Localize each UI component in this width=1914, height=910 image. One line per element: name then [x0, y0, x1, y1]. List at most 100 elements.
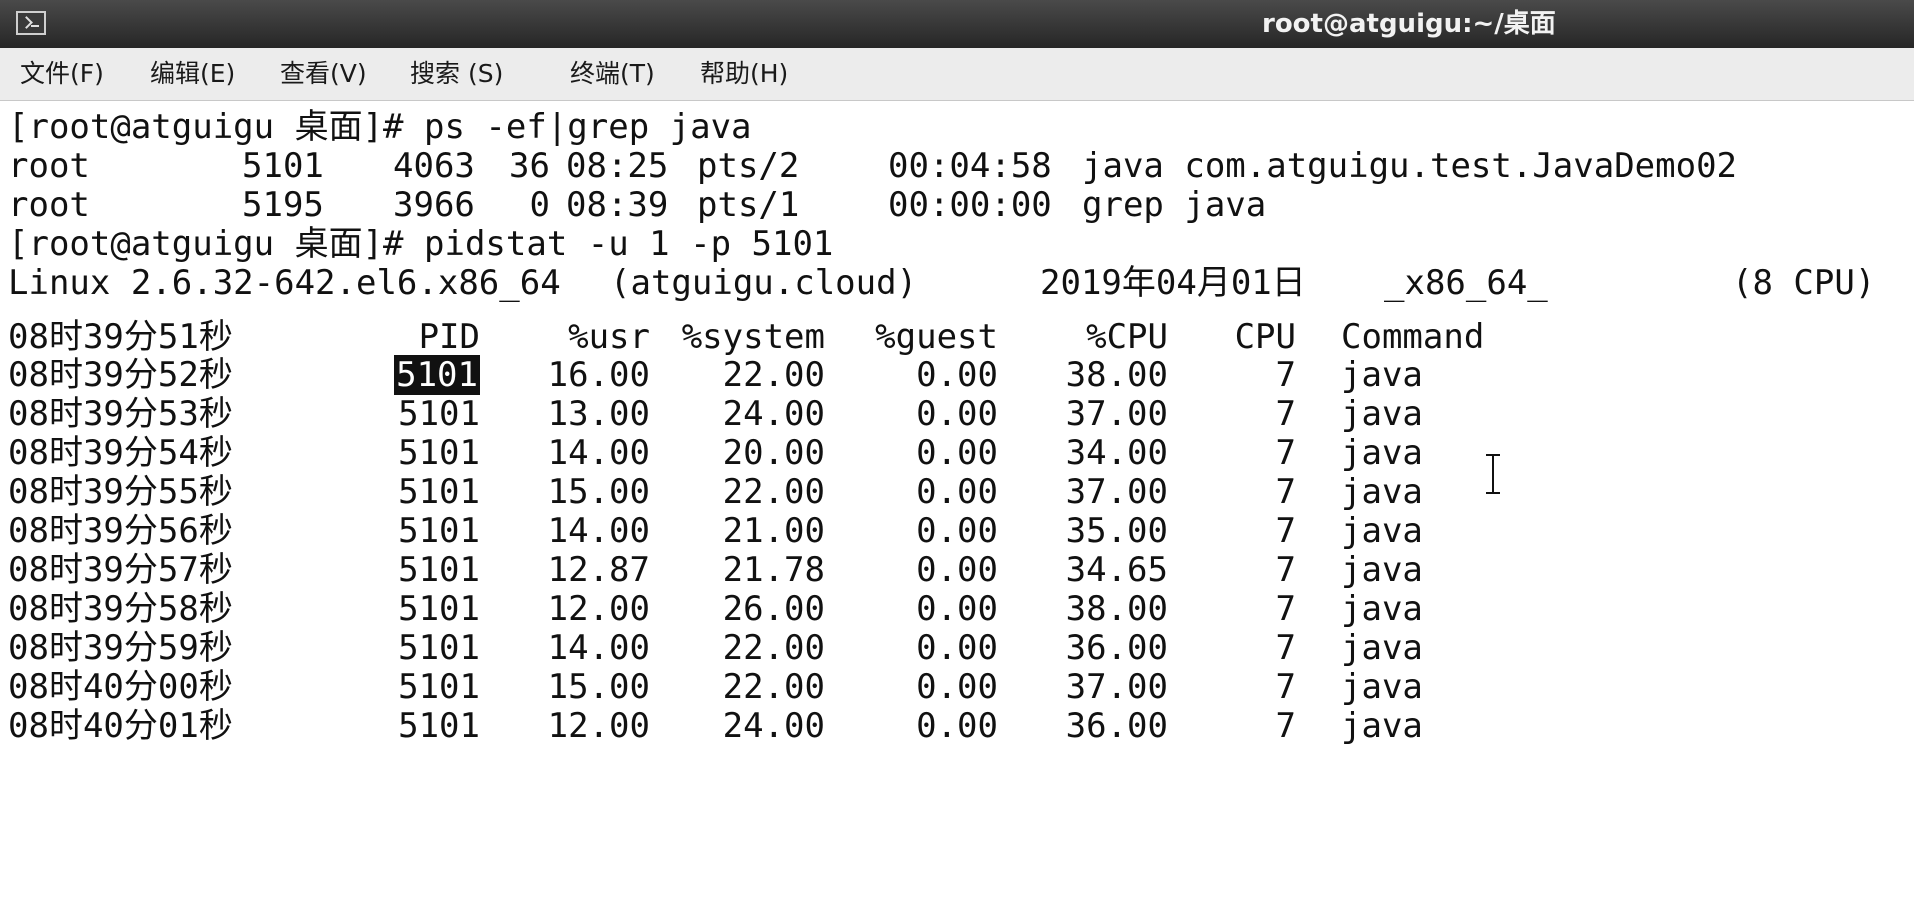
ps-tty: pts/2	[697, 146, 800, 186]
row-pid: 5101	[398, 472, 480, 512]
sysinfo-arch: _x86_64_	[1384, 263, 1548, 303]
terminal-icon	[16, 11, 46, 35]
row-time: 08时40分01秒	[8, 706, 233, 746]
row-time: 08时39分53秒	[8, 394, 233, 434]
row-command: java	[1341, 472, 1423, 512]
row-system: 22.00	[722, 472, 825, 512]
ps-c: 0	[529, 185, 550, 225]
menu-terminal[interactable]: 终端(T)	[570, 48, 655, 100]
row-cpu-pct: 38.00	[1065, 355, 1168, 395]
row-guest: 0.00	[916, 628, 998, 668]
row-time: 08时39分59秒	[8, 628, 233, 668]
ps-user: root	[8, 146, 90, 186]
ps-user: root	[8, 185, 90, 225]
ps-time: 00:00:00	[888, 185, 1052, 225]
row-pid: 5101	[398, 706, 480, 746]
menu-file[interactable]: 文件(F)	[20, 48, 104, 100]
row-cpu: 7	[1275, 394, 1296, 434]
row-time: 08时40分00秒	[8, 667, 233, 707]
shell-prompt: [root@atguigu 桌面]#	[8, 224, 424, 264]
row-guest: 0.00	[916, 589, 998, 629]
hostname: (atguigu.cloud)	[610, 263, 918, 303]
command-text: ps -ef|grep java	[424, 107, 752, 147]
row-system: 22.00	[722, 667, 825, 707]
row-cpu: 7	[1275, 472, 1296, 512]
row-cpu-pct: 38.00	[1065, 589, 1168, 629]
row-system: 22.00	[722, 355, 825, 395]
menu-edit[interactable]: 编辑(E)	[150, 48, 235, 100]
menu-search[interactable]: 搜索 (S)	[410, 48, 503, 100]
row-pid: 5101	[398, 550, 480, 590]
row-command: java	[1341, 550, 1423, 590]
ps-stime: 08:25	[566, 146, 669, 186]
row-usr: 15.00	[547, 472, 650, 512]
sysinfo-date: 2019年04月01日	[1040, 263, 1306, 303]
row-time: 08时39分57秒	[8, 550, 233, 590]
window-title: root@atguigu:~/桌面	[1262, 9, 1556, 39]
row-pid: 5101	[398, 511, 480, 551]
row-cpu: 7	[1275, 433, 1296, 473]
row-cpu-pct: 37.00	[1065, 394, 1168, 434]
row-cpu: 7	[1275, 589, 1296, 629]
row-command: java	[1341, 706, 1423, 746]
row-time: 08时39分58秒	[8, 589, 233, 629]
row-time: 08时39分54秒	[8, 433, 233, 473]
row-cpu-pct: 34.00	[1065, 433, 1168, 473]
row-usr: 12.00	[547, 589, 650, 629]
row-command: java	[1341, 355, 1423, 395]
row-pid: 5101	[380, 353, 480, 397]
ps-ppid: 4063	[393, 146, 475, 186]
row-cpu: 7	[1275, 355, 1296, 395]
row-system: 26.00	[722, 589, 825, 629]
ps-stime: 08:39	[566, 185, 669, 225]
row-guest: 0.00	[916, 550, 998, 590]
selected-pid: 5101	[394, 355, 480, 395]
row-command: java	[1341, 394, 1423, 434]
row-system: 24.00	[722, 706, 825, 746]
ps-cmd: grep java	[1082, 185, 1267, 225]
row-system: 22.00	[722, 628, 825, 668]
row-cpu: 7	[1275, 511, 1296, 551]
command-line-2: [root@atguigu 桌面]# pidstat -u 1 -p 5101	[8, 222, 833, 266]
row-time: 08时39分55秒	[8, 472, 233, 512]
ps-c: 36	[509, 146, 550, 186]
row-cpu: 7	[1275, 667, 1296, 707]
menu-help[interactable]: 帮助(H)	[700, 48, 788, 100]
command-line-1: [root@atguigu 桌面]# ps -ef|grep java	[8, 105, 752, 149]
row-command: java	[1341, 433, 1423, 473]
menu-bar: 文件(F) 编辑(E) 查看(V) 搜索 (S) 终端(T) 帮助(H)	[0, 48, 1914, 101]
row-pid: 5101	[398, 589, 480, 629]
terminal-window: root@atguigu:~/桌面 文件(F) 编辑(E) 查看(V) 搜索 (…	[0, 0, 1914, 910]
ps-ppid: 3966	[393, 185, 475, 225]
row-pid: 5101	[398, 394, 480, 434]
row-cpu: 7	[1275, 550, 1296, 590]
row-cpu-pct: 37.00	[1065, 667, 1168, 707]
row-command: java	[1341, 511, 1423, 551]
ps-tty: pts/1	[697, 185, 800, 225]
row-pid: 5101	[398, 628, 480, 668]
row-usr: 14.00	[547, 628, 650, 668]
row-usr: 12.87	[547, 550, 650, 590]
text-cursor-icon	[1486, 454, 1500, 494]
ps-time: 00:04:58	[888, 146, 1052, 186]
row-guest: 0.00	[916, 394, 998, 434]
sysinfo-cpus: (8 CPU)	[1732, 263, 1876, 303]
row-system: 21.78	[722, 550, 825, 590]
ps-pid: 5101	[242, 146, 324, 186]
shell-prompt: [root@atguigu 桌面]#	[8, 107, 424, 147]
title-bar[interactable]: root@atguigu:~/桌面	[0, 0, 1914, 49]
kernel-version: Linux 2.6.32-642.el6.x86_64	[8, 263, 561, 303]
row-usr: 15.00	[547, 667, 650, 707]
row-cpu-pct: 36.00	[1065, 628, 1168, 668]
row-guest: 0.00	[916, 511, 998, 551]
terminal-output[interactable]: [root@atguigu 桌面]# ps -ef|grep java root…	[0, 101, 1914, 910]
row-guest: 0.00	[916, 433, 998, 473]
row-usr: 16.00	[547, 355, 650, 395]
row-cpu: 7	[1275, 706, 1296, 746]
row-time: 08时39分52秒	[8, 355, 233, 395]
menu-view[interactable]: 查看(V)	[280, 48, 367, 100]
row-command: java	[1341, 667, 1423, 707]
row-system: 20.00	[722, 433, 825, 473]
ps-pid: 5195	[242, 185, 324, 225]
command-text: pidstat -u 1 -p 5101	[424, 224, 834, 264]
